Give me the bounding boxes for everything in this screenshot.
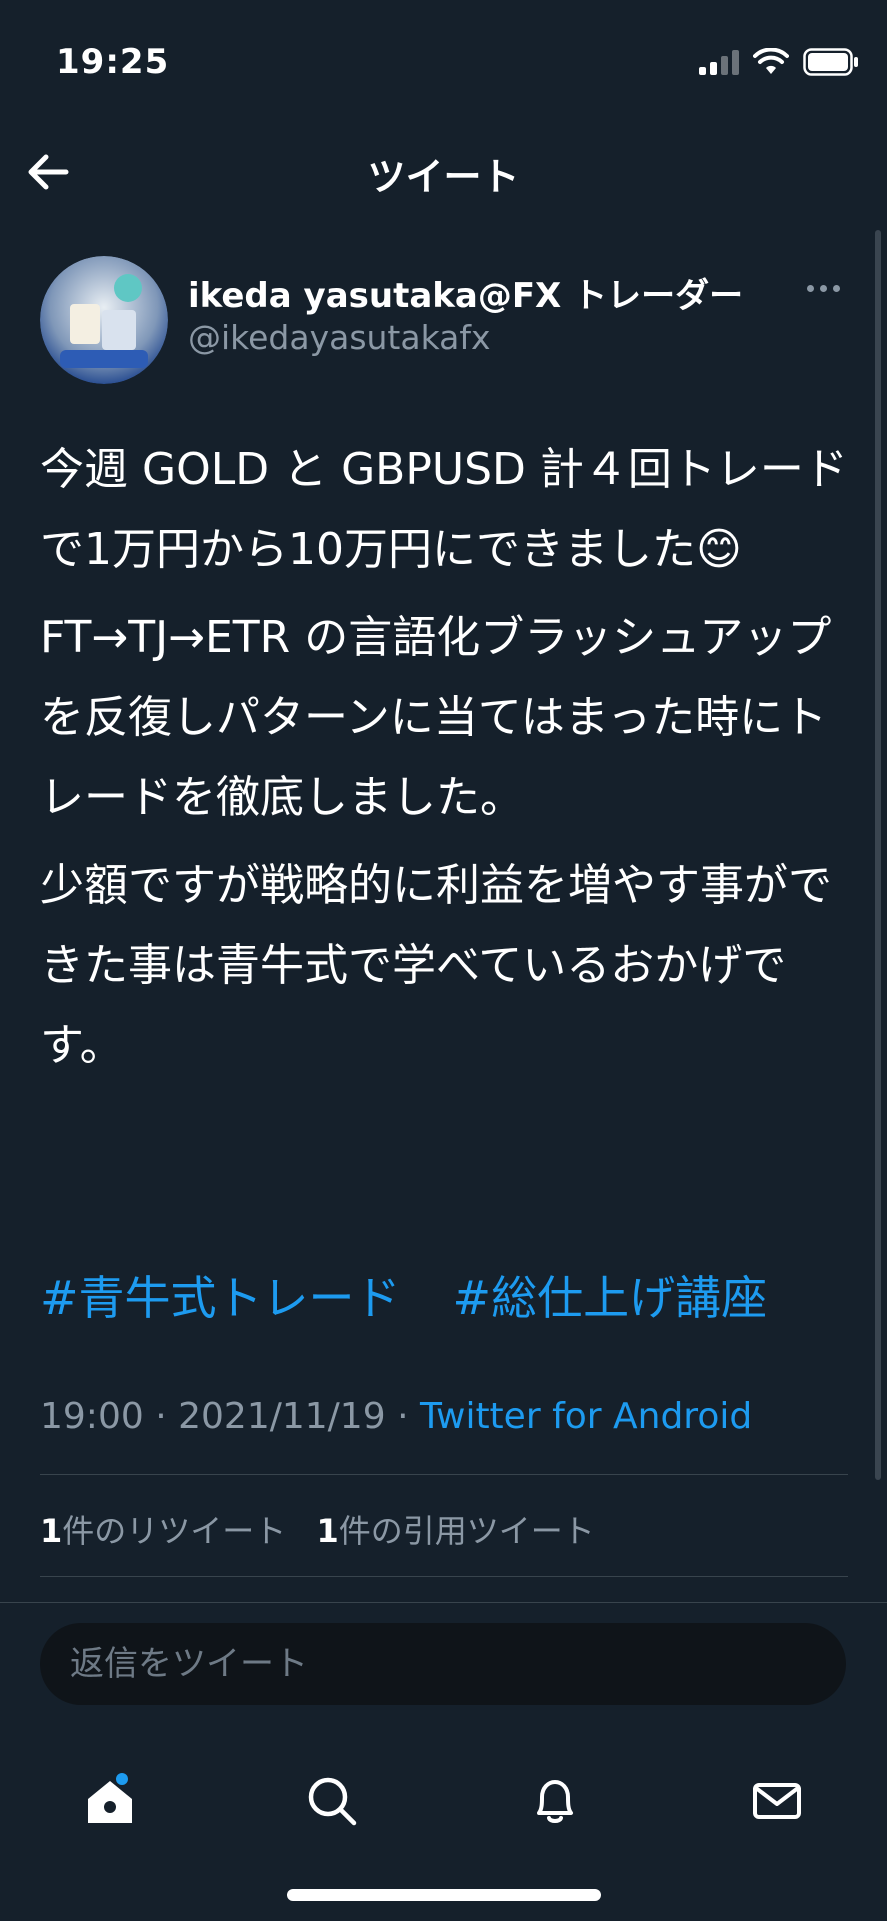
author-handle[interactable]: @ikedayasutakafx bbox=[188, 318, 491, 357]
more-icon bbox=[807, 284, 814, 292]
hashtag-link[interactable]: #青牛式トレード bbox=[40, 1271, 401, 1325]
status-icons bbox=[699, 48, 859, 76]
divider bbox=[40, 1576, 848, 1577]
status-bar: 19:25 bbox=[0, 0, 887, 120]
tweet-date: 2021/11/19 bbox=[178, 1396, 386, 1437]
tab-notifications[interactable] bbox=[505, 1751, 605, 1851]
tweet-time: 19:00 bbox=[40, 1396, 144, 1437]
retweets-count: 1 bbox=[40, 1512, 63, 1550]
cellular-signal-icon bbox=[699, 49, 739, 75]
reply-input[interactable] bbox=[40, 1623, 846, 1705]
quotes-label: 件の引用ツイート bbox=[338, 1512, 595, 1550]
search-icon bbox=[308, 1777, 357, 1826]
nav-bar: ツイート bbox=[0, 120, 887, 220]
tweet-stats: 1件のリツイート 1件の引用ツイート bbox=[40, 1506, 615, 1552]
tweet-paragraph: FT→TJ→ETR の言語化ブラッシュアップを反復しパターンに当てはまった時にト… bbox=[40, 612, 832, 823]
notification-dot bbox=[116, 1773, 128, 1785]
retweets-stat[interactable]: 1件のリツイート bbox=[40, 1512, 286, 1550]
tweet-text: 今週 GOLD と GBPUSD 計４回トレードで1万円から10万円にできました… bbox=[40, 430, 850, 1094]
retweets-label: 件のリツイート bbox=[62, 1512, 287, 1550]
more-options-button[interactable] bbox=[807, 276, 847, 300]
tweet-source-link[interactable]: Twitter for Android bbox=[420, 1396, 752, 1437]
tab-search[interactable] bbox=[282, 1751, 382, 1851]
meta-separator: · bbox=[397, 1396, 409, 1437]
divider bbox=[40, 1474, 848, 1475]
mail-icon bbox=[753, 1783, 801, 1819]
hashtags: #青牛式トレード #総仕上げ講座 bbox=[40, 1262, 767, 1328]
bottom-panel bbox=[0, 1602, 887, 1921]
bell-icon bbox=[537, 1780, 573, 1823]
home-icon bbox=[88, 1781, 132, 1823]
tweet-meta: 19:00 · 2021/11/19 · Twitter for Android bbox=[40, 1396, 752, 1437]
battery-icon bbox=[803, 48, 858, 76]
wifi-icon bbox=[753, 48, 789, 74]
hashtag-link[interactable]: #総仕上げ講座 bbox=[453, 1271, 768, 1325]
tweet-paragraph: 少額ですが戦略的に利益を増やす事ができた事は青牛式で学べているおかげです。 bbox=[40, 860, 832, 1071]
quotes-count: 1 bbox=[316, 1512, 339, 1550]
scrollbar[interactable] bbox=[875, 230, 881, 1480]
home-indicator[interactable] bbox=[287, 1889, 601, 1901]
status-time: 19:25 bbox=[56, 42, 170, 82]
quotes-stat[interactable]: 1件の引用ツイート bbox=[316, 1512, 594, 1550]
tweet-paragraph: 今週 GOLD と GBPUSD 計４回トレードで1万円から10万円にできました… bbox=[40, 444, 848, 575]
author-name[interactable]: ikeda yasutaka@FX トレーダー bbox=[188, 268, 743, 317]
tab-bar bbox=[0, 1751, 887, 1851]
tab-messages[interactable] bbox=[727, 1751, 827, 1851]
page-title: ツイート bbox=[367, 155, 520, 199]
meta-separator: · bbox=[155, 1396, 167, 1437]
tab-home[interactable] bbox=[60, 1751, 160, 1851]
avatar[interactable] bbox=[40, 256, 168, 384]
